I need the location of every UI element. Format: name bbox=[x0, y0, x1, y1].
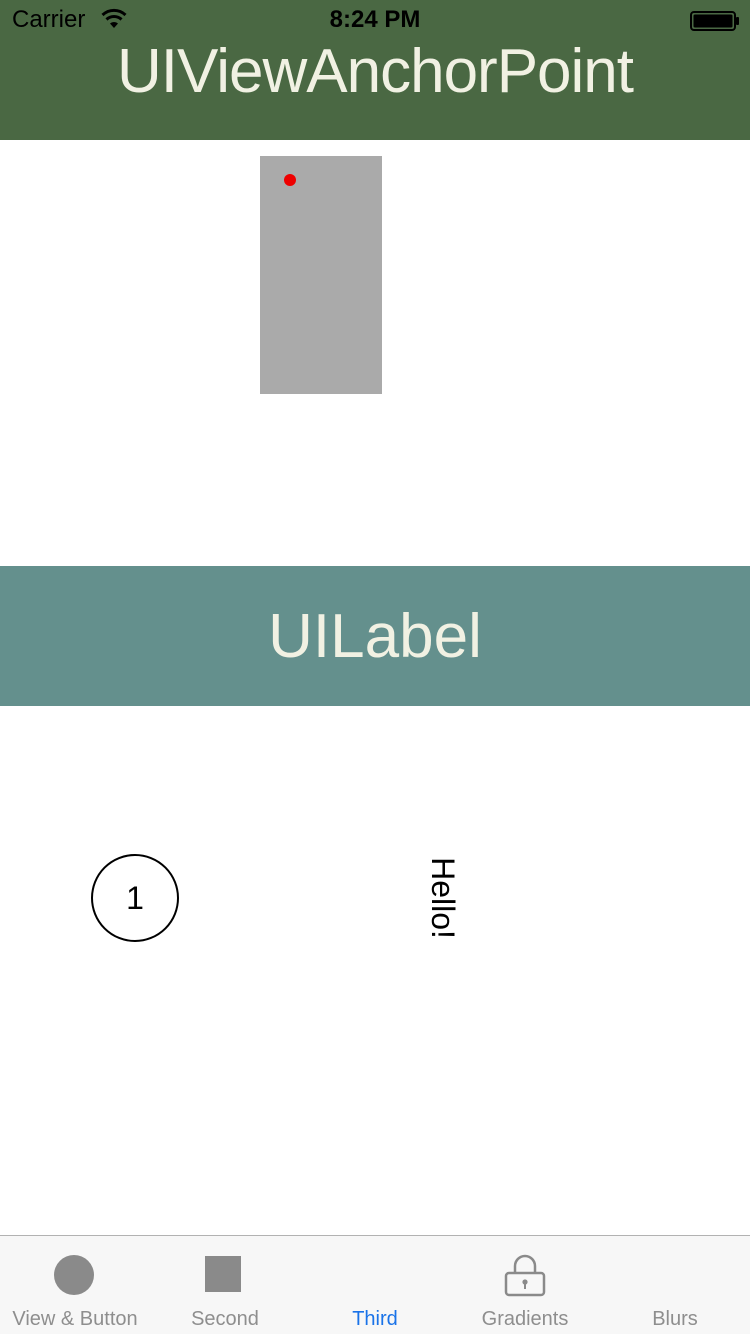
tab-label: Blurs bbox=[652, 1308, 698, 1330]
anchor-point-dot bbox=[284, 174, 296, 186]
anchor-point-header: Carrier 8:24 PM UIViewAnchorPoint bbox=[0, 0, 750, 140]
circle-icon bbox=[54, 1255, 94, 1295]
status-time: 8:24 PM bbox=[329, 6, 421, 33]
tab-second[interactable]: Second bbox=[150, 1236, 300, 1334]
tab-bar: View & Button Second Third Gradients Blu… bbox=[0, 1235, 750, 1334]
battery-icon bbox=[690, 11, 739, 31]
tab-third[interactable]: Third bbox=[300, 1236, 450, 1334]
anchor-demo-view bbox=[260, 156, 382, 394]
lock-icon bbox=[504, 1254, 546, 1297]
tab-gradients[interactable]: Gradients bbox=[450, 1236, 600, 1334]
section-title: UILabel bbox=[268, 602, 482, 671]
app-screen: Carrier 8:24 PM UIViewAnchorPoint UILabe… bbox=[0, 0, 750, 1334]
tab-label: View & Button bbox=[12, 1308, 138, 1330]
tab-label: Third bbox=[352, 1308, 398, 1330]
tab-label: Gradients bbox=[481, 1308, 569, 1330]
circle-number-label: 1 bbox=[91, 854, 179, 942]
uilabel-header: UILabel bbox=[0, 566, 750, 706]
tab-view-and-button[interactable]: View & Button bbox=[0, 1236, 150, 1334]
square-icon bbox=[205, 1256, 241, 1292]
status-bar: Carrier 8:24 PM bbox=[0, 0, 750, 40]
page-title: UIViewAnchorPoint bbox=[116, 37, 634, 106]
tab-label: Second bbox=[191, 1308, 259, 1330]
tab-blurs[interactable]: Blurs bbox=[600, 1236, 750, 1334]
rotated-hello-label: Hello! bbox=[425, 857, 461, 939]
